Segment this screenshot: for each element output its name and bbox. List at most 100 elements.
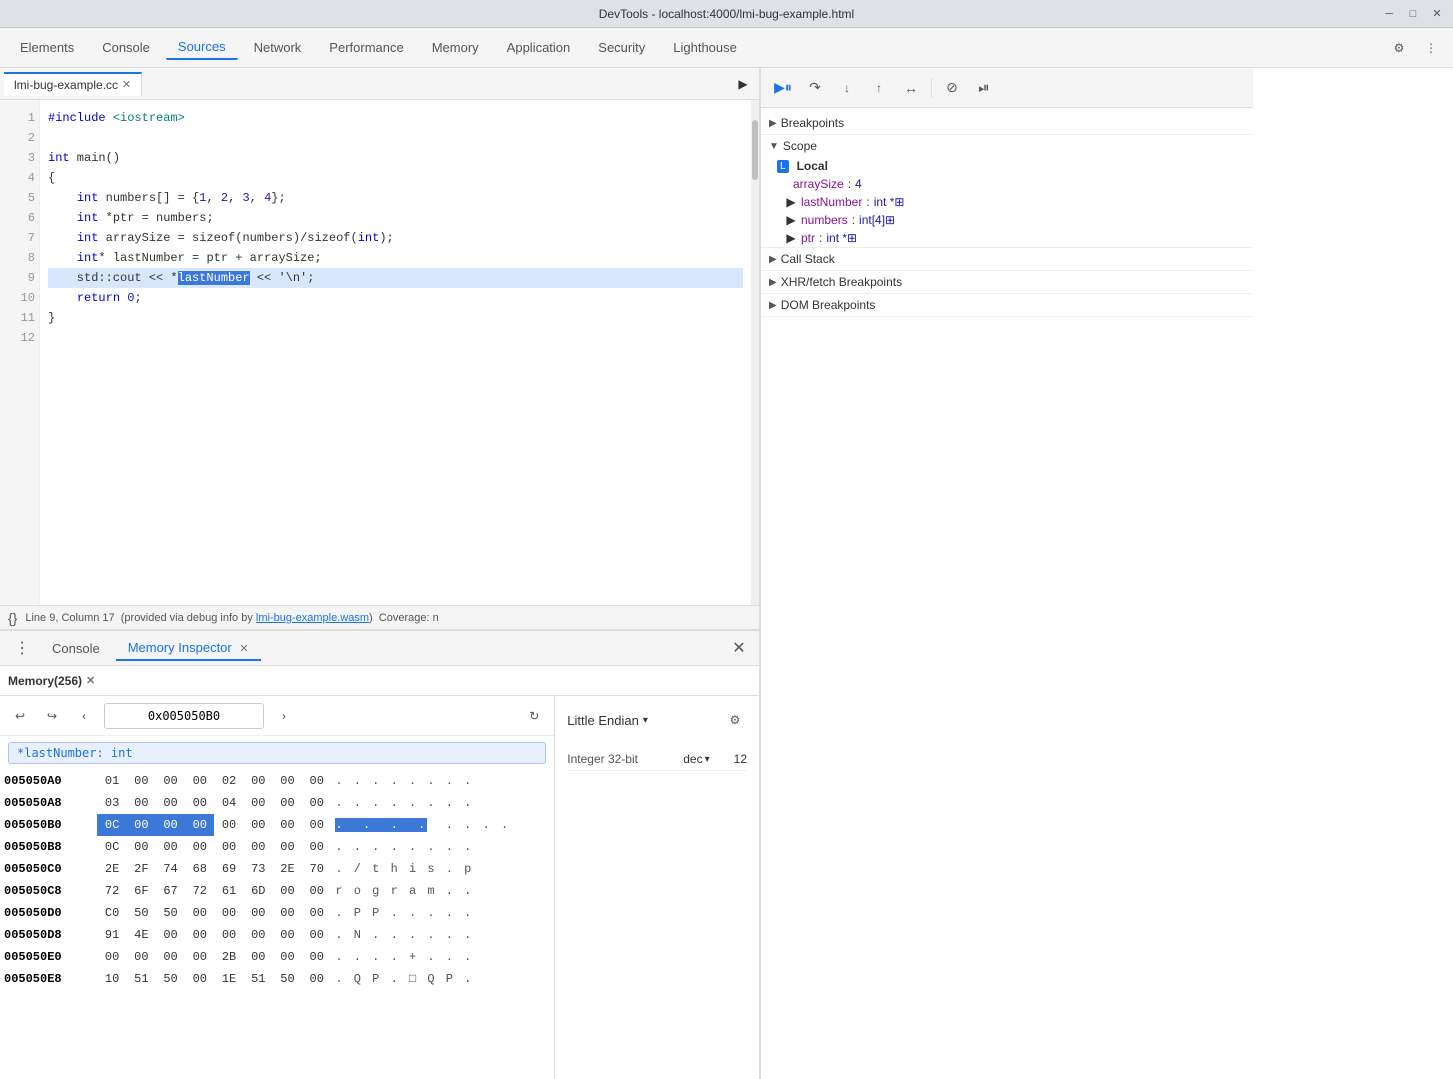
scope-header[interactable]: ▼ Scope	[761, 135, 1253, 157]
tab-elements[interactable]: Elements	[8, 36, 86, 59]
hex-byte-cell[interactable]: 00	[244, 946, 273, 968]
hex-byte-cell[interactable]: 00	[185, 968, 214, 990]
hex-byte-cell[interactable]: 02	[214, 770, 243, 792]
hex-byte-cell[interactable]: 00	[302, 770, 331, 792]
settings-icon[interactable]: ⚙	[1385, 34, 1413, 62]
hex-byte-cell[interactable]: 00	[97, 946, 126, 968]
hex-byte-cell[interactable]: 50	[273, 968, 302, 990]
hex-byte-cell[interactable]: 00	[214, 836, 243, 858]
hex-byte-cell[interactable]: 00	[244, 836, 273, 858]
tab-performance[interactable]: Performance	[317, 36, 415, 59]
hex-byte-cell[interactable]: 00	[156, 946, 185, 968]
hex-byte-cell[interactable]: 00	[185, 946, 214, 968]
file-play-btn[interactable]: ▶	[731, 72, 755, 96]
hex-byte-cell[interactable]: 00	[302, 968, 331, 990]
hex-byte-cell[interactable]: 00	[273, 946, 302, 968]
hex-byte-cell[interactable]: 03	[97, 792, 126, 814]
scope-item-ptr[interactable]: ▶ ptr : int *⊞	[761, 229, 1253, 247]
hex-byte-cell[interactable]: 00	[244, 770, 273, 792]
hex-byte-cell[interactable]: 10	[97, 968, 126, 990]
tab-application[interactable]: Application	[495, 36, 583, 59]
hex-byte-cell[interactable]: 72	[185, 880, 214, 902]
memory-inspector-tab-close[interactable]: ✕	[239, 643, 248, 655]
hex-byte-cell[interactable]: 00	[156, 814, 185, 836]
call-stack-header[interactable]: ▶ Call Stack	[761, 248, 1253, 270]
hex-byte-cell[interactable]: 72	[97, 880, 126, 902]
hex-byte-cell[interactable]: 00	[273, 902, 302, 924]
refresh-btn[interactable]: ↻	[522, 704, 546, 728]
file-tab-close-btn[interactable]: ✕	[122, 78, 131, 91]
hex-byte-cell[interactable]: 00	[127, 792, 156, 814]
hex-byte-cell[interactable]: 00	[185, 836, 214, 858]
hex-byte-cell[interactable]: 73	[244, 858, 273, 880]
memory-buffer-close-btn[interactable]: ✕	[86, 674, 95, 687]
hex-byte-cell[interactable]: 00	[214, 902, 243, 924]
hex-byte-cell[interactable]: 00	[244, 792, 273, 814]
tab-memory-inspector[interactable]: Memory Inspector ✕	[116, 636, 261, 661]
hex-byte-cell[interactable]: 04	[214, 792, 243, 814]
hex-byte-cell[interactable]: 1E	[214, 968, 243, 990]
hex-byte-cell[interactable]: 00	[273, 814, 302, 836]
hex-byte-cell[interactable]: 00	[127, 946, 156, 968]
hex-byte-cell[interactable]: 00	[244, 902, 273, 924]
hex-byte-cell[interactable]: 00	[214, 924, 243, 946]
tab-console-bottom[interactable]: Console	[40, 637, 112, 660]
bottom-panel-menu-icon[interactable]: ⋮	[8, 634, 36, 662]
hex-byte-cell[interactable]: 00	[156, 836, 185, 858]
tab-security[interactable]: Security	[586, 36, 657, 59]
hex-byte-cell[interactable]: 00	[185, 924, 214, 946]
hex-byte-cell[interactable]: 91	[97, 924, 126, 946]
hex-byte-cell[interactable]: 70	[302, 858, 331, 880]
step-into-btn[interactable]: ↓	[833, 74, 861, 102]
inspector-settings-icon[interactable]: ⚙	[723, 708, 747, 732]
pause-on-exception-btn[interactable]: ⏯	[970, 74, 998, 102]
scope-item-lastnumber[interactable]: ▶ lastNumber : int *⊞	[761, 193, 1253, 211]
hex-byte-cell[interactable]: 00	[273, 836, 302, 858]
tab-network[interactable]: Network	[242, 36, 314, 59]
code-text[interactable]: #include <iostream> int main() { int num…	[40, 100, 751, 605]
close-bottom-panel-btn[interactable]: ✕	[727, 636, 751, 660]
hex-byte-cell[interactable]: 00	[302, 836, 331, 858]
hex-address-input[interactable]	[104, 703, 264, 729]
hex-byte-cell[interactable]: 4E	[127, 924, 156, 946]
nav-prev-btn[interactable]: ‹	[72, 704, 96, 728]
hex-byte-cell[interactable]: 00	[302, 924, 331, 946]
tab-memory[interactable]: Memory	[420, 36, 491, 59]
hex-byte-cell[interactable]: 00	[244, 924, 273, 946]
hex-byte-cell[interactable]: 67	[156, 880, 185, 902]
hex-byte-cell[interactable]: 0C	[97, 836, 126, 858]
hex-byte-cell[interactable]: 00	[156, 792, 185, 814]
tab-lighthouse[interactable]: Lighthouse	[661, 36, 749, 59]
hex-byte-cell[interactable]: 00	[127, 836, 156, 858]
hex-table-container[interactable]: 005050A00100000002000000. . . . . . . .0…	[0, 770, 554, 1079]
expand-lastnumber-icon[interactable]: ▶	[785, 196, 797, 208]
hex-byte-cell[interactable]: 00	[302, 792, 331, 814]
minimize-btn[interactable]: ─	[1381, 6, 1397, 22]
step-out-btn[interactable]: ↑	[865, 74, 893, 102]
value-format-select[interactable]: dec ▾	[683, 752, 709, 766]
hex-byte-cell[interactable]: 2E	[273, 858, 302, 880]
tab-console[interactable]: Console	[90, 36, 162, 59]
hex-byte-cell[interactable]: 00	[302, 814, 331, 836]
step-btn[interactable]: ↔	[897, 74, 925, 102]
expand-ptr-icon[interactable]: ▶	[785, 232, 797, 244]
hex-byte-cell[interactable]: 00	[302, 902, 331, 924]
hex-byte-cell[interactable]: 0C	[97, 814, 126, 836]
hex-byte-cell[interactable]: 74	[156, 858, 185, 880]
hex-byte-cell[interactable]: 01	[97, 770, 126, 792]
hex-byte-cell[interactable]: 00	[302, 880, 331, 902]
deactivate-breakpoints-btn[interactable]: ⊘	[938, 74, 966, 102]
hex-byte-cell[interactable]: 00	[273, 770, 302, 792]
nav-next-btn[interactable]: ›	[272, 704, 296, 728]
hex-byte-cell[interactable]: 50	[156, 968, 185, 990]
hex-byte-cell[interactable]: 51	[244, 968, 273, 990]
hex-byte-cell[interactable]: 00	[273, 924, 302, 946]
hex-byte-cell[interactable]: 6F	[127, 880, 156, 902]
hex-byte-cell[interactable]: 00	[185, 792, 214, 814]
scope-item-numbers[interactable]: ▶ numbers : int[4]⊞	[761, 211, 1253, 229]
hex-byte-cell[interactable]: 00	[273, 880, 302, 902]
hex-byte-cell[interactable]: 00	[156, 770, 185, 792]
hex-byte-cell[interactable]: 61	[214, 880, 243, 902]
file-tab-main[interactable]: lmi-bug-example.cc ✕	[4, 72, 142, 96]
hex-byte-cell[interactable]: 00	[273, 792, 302, 814]
